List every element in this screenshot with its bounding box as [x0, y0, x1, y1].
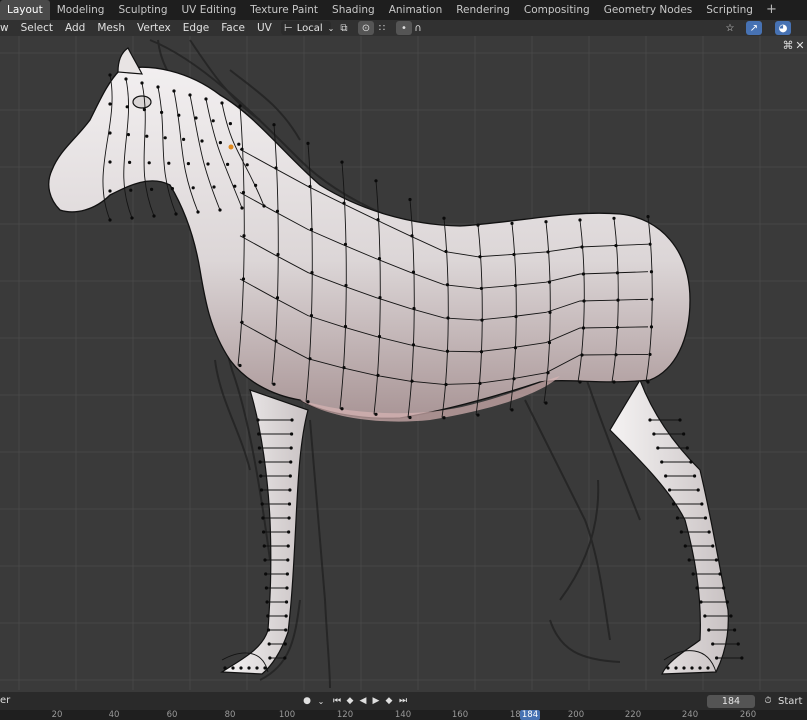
- pivot-icon[interactable]: ⧉: [336, 21, 352, 35]
- transform-orientation-dropdown[interactable]: ⊢ Local ⌄: [281, 21, 334, 35]
- timeline-left-label: er: [0, 695, 11, 706]
- ruler-tick-label: 160: [451, 710, 469, 720]
- ruler-tick-label: 20: [51, 710, 63, 720]
- stopwatch-icon[interactable]: ⏱: [762, 695, 774, 707]
- menu-uv[interactable]: UV: [251, 20, 278, 36]
- menu-edge[interactable]: Edge: [177, 20, 215, 36]
- tab-rendering[interactable]: Rendering: [449, 0, 517, 20]
- keyframe-dot-icon[interactable]: ●: [301, 695, 313, 707]
- workspace-tab-bar: Layout Modeling Sculpting UV Editing Texture…: [0, 0, 807, 20]
- play-icon[interactable]: ▶: [370, 695, 382, 707]
- ruler-tick-label: 40: [108, 710, 120, 720]
- frame-ruler[interactable]: 20 40 60 80 100 120 140 160 180 200 220 240 260: [0, 710, 807, 720]
- ruler-tick-label: 220: [624, 710, 642, 720]
- falloff-icon[interactable]: ∩: [410, 21, 426, 35]
- play-reverse-icon[interactable]: ◀: [357, 695, 369, 707]
- overlay-icon[interactable]: ◕: [775, 21, 791, 35]
- ruler-tick-label: 80: [224, 710, 236, 720]
- orientation-icon: ⊢: [284, 22, 293, 34]
- start-frame-label[interactable]: Start: [778, 696, 802, 707]
- horse-mesh[interactable]: [48, 47, 729, 675]
- jump-start-icon[interactable]: ⏮: [331, 695, 343, 707]
- 3d-viewport[interactable]: [0, 36, 807, 690]
- next-keyframe-icon[interactable]: ◆: [383, 695, 395, 707]
- tab-scripting[interactable]: Scripting: [699, 0, 760, 20]
- tab-texture-paint[interactable]: Texture Paint: [243, 0, 325, 20]
- tab-geometry-nodes[interactable]: Geometry Nodes: [597, 0, 700, 20]
- tab-sculpting[interactable]: Sculpting: [111, 0, 174, 20]
- prev-keyframe-icon[interactable]: ◆: [344, 695, 356, 707]
- menu-add[interactable]: Add: [59, 20, 91, 36]
- tab-shading[interactable]: Shading: [325, 0, 382, 20]
- tab-animation[interactable]: Animation: [382, 0, 450, 20]
- ruler-tick-label: 200: [567, 710, 585, 720]
- tab-compositing[interactable]: Compositing: [517, 0, 597, 20]
- object-origin: [228, 144, 234, 150]
- menu-vertex[interactable]: Vertex: [131, 20, 177, 36]
- ruler-tick-label: 260: [739, 710, 757, 720]
- snap-grid-icon[interactable]: ∷: [374, 21, 390, 35]
- menu-mesh[interactable]: Mesh: [91, 20, 131, 36]
- ruler-tick-label: 100: [278, 710, 296, 720]
- add-workspace-button[interactable]: +: [760, 0, 783, 20]
- jump-end-icon[interactable]: ⏭: [397, 695, 409, 707]
- menu-w[interactable]: w: [0, 20, 15, 36]
- tab-uv-editing[interactable]: UV Editing: [175, 0, 244, 20]
- tab-modeling[interactable]: Modeling: [50, 0, 112, 20]
- ruler-tick-label: 140: [394, 710, 412, 720]
- ruler-tick-label: 240: [681, 710, 699, 720]
- playhead-frame-indicator[interactable]: 184: [520, 710, 540, 720]
- chevron-down-icon[interactable]: ⌄: [315, 695, 327, 707]
- ruler-tick-label: 120: [336, 710, 354, 720]
- orientation-label: Local: [296, 22, 323, 34]
- current-frame-field[interactable]: 184: [707, 695, 755, 708]
- viewpoint-icon[interactable]: ☆: [722, 21, 738, 35]
- snap-magnet-icon[interactable]: ⊙: [358, 21, 374, 35]
- chevron-down-icon: ⌄: [327, 23, 335, 33]
- gizmo-icon[interactable]: ↗: [746, 21, 762, 35]
- ruler-tick-label: 60: [166, 710, 178, 720]
- menu-face[interactable]: Face: [215, 20, 251, 36]
- tab-layout[interactable]: Layout: [0, 0, 50, 20]
- viewport-canvas: [0, 36, 807, 690]
- menu-select[interactable]: Select: [15, 20, 59, 36]
